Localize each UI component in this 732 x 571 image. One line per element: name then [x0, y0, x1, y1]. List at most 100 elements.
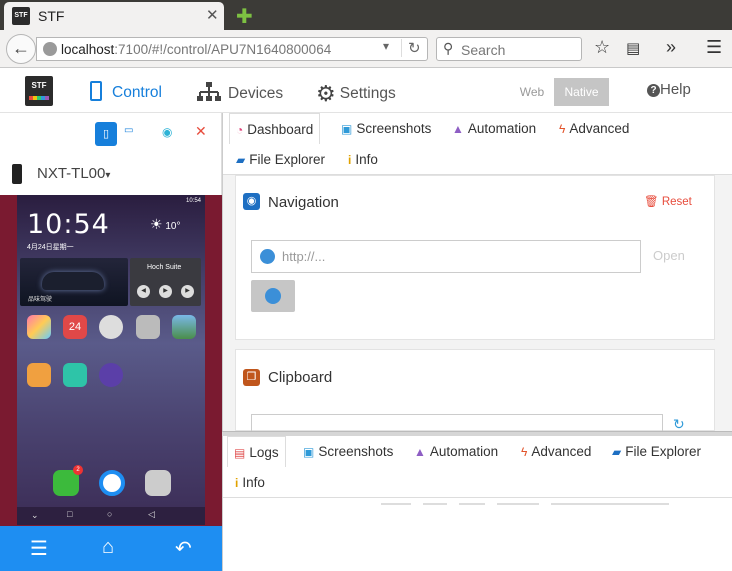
help-icon: ?: [647, 84, 660, 97]
close-device-icon[interactable]: ✕: [195, 123, 207, 140]
camera-app-icon[interactable]: [145, 470, 171, 496]
theme-app-icon[interactable]: [99, 363, 123, 387]
weather-widget: ☀ 10°: [150, 216, 180, 233]
device-name-dropdown[interactable]: NXT-TL00▾: [37, 165, 110, 182]
tab-logs[interactable]: ▤ Logs: [227, 436, 286, 467]
landscape-button[interactable]: ▭: [124, 125, 133, 136]
search-input[interactable]: ⚲ Search: [436, 37, 582, 61]
control-tabs: ◔ Dashboard ▣ Screenshots ▲ Automation ϟ Adv…: [223, 113, 732, 175]
log-toolbar-stub: [497, 503, 539, 505]
next-track-icon[interactable]: ▶: [181, 285, 194, 298]
nav-settings[interactable]: ⚙ Settings: [316, 81, 396, 107]
tab-advanced[interactable]: ϟ Advanced: [553, 113, 635, 144]
tab-automation[interactable]: ▲ Automation: [446, 113, 542, 144]
log-toolbar-stub: [423, 503, 447, 505]
tab-screenshots[interactable]: ▣ Screenshots: [335, 113, 437, 144]
weather-temp: 10°: [165, 221, 181, 232]
device-name: NXT-TL00: [37, 165, 106, 182]
url-history-dropdown-icon[interactable]: ▾: [383, 39, 389, 53]
tab-file-explorer-bottom[interactable]: ▰ File Explorer: [606, 436, 707, 467]
contacts-app-icon[interactable]: [27, 363, 51, 387]
url-text[interactable]: localhost:7100/#!/control/APU7N164080006…: [61, 42, 391, 57]
globe-icon: [260, 249, 275, 264]
bolt-icon: ϟ: [521, 445, 528, 459]
back-button[interactable]: ←: [6, 34, 36, 64]
open-browser-button[interactable]: [251, 280, 295, 312]
navigation-panel: ◉ Navigation 🗑 Reset http://... Open: [235, 175, 715, 340]
clipboard-icon: ❐: [243, 369, 260, 386]
photos-app-icon[interactable]: [172, 315, 196, 339]
device-screen[interactable]: 10:54 10:54 4月24日星期一 ☀ 10° 品味驾驶 Hoch Sui…: [17, 195, 205, 525]
eye-icon[interactable]: ◉: [162, 125, 172, 139]
prev-track-icon[interactable]: ◀: [137, 285, 150, 298]
nav-devices[interactable]: Devices: [196, 81, 283, 103]
home-circle-icon[interactable]: ○: [107, 509, 112, 519]
reload-icon[interactable]: ↻: [401, 39, 421, 57]
tab-dashboard[interactable]: ◔ Dashboard: [229, 113, 321, 144]
tab-advanced-label: Advanced: [569, 121, 630, 136]
tab-file-explorer[interactable]: ▰ File Explorer: [230, 144, 331, 175]
clipboard-title: Clipboard: [268, 369, 333, 386]
collapse-icon[interactable]: ⌄: [31, 510, 39, 521]
globe-icon: [265, 288, 281, 304]
site-info-icon[interactable]: [43, 42, 57, 56]
tab-close-icon[interactable]: ✕: [206, 6, 219, 24]
mode-web-button[interactable]: Web: [512, 78, 552, 106]
automation-icon: ▲: [414, 445, 426, 459]
calendar-app-icon[interactable]: 24: [63, 315, 87, 339]
gallery-app-icon[interactable]: [27, 315, 51, 339]
tab-automation-bottom[interactable]: ▲ Automation: [408, 436, 504, 467]
new-tab-icon[interactable]: ✚: [236, 4, 253, 29]
device-pane: ▯ ▭ ◉ ✕ NXT-TL00▾ 10:54 10:54 4月24日星期一 ☀…: [0, 113, 222, 571]
tab-info-bottom[interactable]: i Info: [229, 467, 271, 498]
tab-screenshots-bottom[interactable]: ▣ Screenshots: [297, 436, 399, 467]
phone-app-icon[interactable]: [63, 363, 87, 387]
portrait-button[interactable]: ▯: [95, 122, 117, 146]
open-button[interactable]: Open: [653, 248, 685, 263]
clipboard-panel: ❐ Clipboard ↻: [235, 349, 715, 434]
stf-header: STF Control Devices ⚙ Settings Web Native…: [0, 69, 732, 113]
bolt-icon: ϟ: [559, 122, 566, 136]
status-time: 10:54: [185, 198, 201, 204]
browser-app-icon[interactable]: [99, 470, 125, 496]
home-icon[interactable]: ⌂: [102, 536, 114, 559]
browser-tab[interactable]: STF STF ✕: [4, 2, 224, 30]
help-link[interactable]: ? Help: [647, 81, 691, 98]
back-triangle-icon[interactable]: ◁: [148, 509, 155, 520]
info-icon: i: [348, 153, 352, 167]
menu-hamburger-icon[interactable]: ☰: [706, 37, 722, 58]
car-card[interactable]: 品味驾驶: [20, 258, 128, 306]
url-bar[interactable]: localhost:7100/#!/control/APU7N164080006…: [36, 37, 428, 61]
mode-native-button[interactable]: Native: [554, 78, 609, 106]
music-widget[interactable]: Hoch Suite ◀ ▶ ▶: [130, 258, 201, 306]
bottom-tabs: ▤ Logs ▣ Screenshots ▲ Automation ϟ Advanced…: [223, 436, 732, 498]
tab-automation-bottom-label: Automation: [429, 444, 499, 459]
menu-icon[interactable]: ☰: [30, 536, 48, 561]
reading-list-icon[interactable]: ▤: [626, 39, 640, 57]
folder-icon: ▰: [612, 445, 622, 459]
tab-advanced-bottom[interactable]: ϟ Advanced: [515, 436, 597, 467]
url-path: :7100/#!/control/APU7N1640800064: [114, 42, 332, 57]
dashboard-icon: ◔: [236, 123, 244, 137]
nav-control[interactable]: Control: [90, 81, 162, 102]
logs-panel: ▤ Logs ▣ Screenshots ▲ Automation ϟ Advanced…: [222, 436, 732, 571]
folder-icon: ▰: [236, 153, 246, 167]
device-nav-bar: ☰ ⌂ ↶: [0, 526, 222, 571]
overflow-chevron-icon[interactable]: »: [666, 37, 676, 58]
navigation-url-input[interactable]: http://...: [251, 240, 641, 273]
bookmark-star-icon[interactable]: ☆: [594, 37, 610, 58]
tab-info[interactable]: i Info: [342, 144, 384, 175]
nav-control-label: Control: [112, 84, 162, 101]
recent-apps-icon[interactable]: □: [67, 509, 72, 519]
reset-button[interactable]: 🗑 Reset: [644, 194, 692, 208]
clock-app-icon[interactable]: [99, 315, 123, 339]
settings-app-icon[interactable]: [136, 315, 160, 339]
log-toolbar-stub: [551, 503, 669, 505]
trash-icon: 🗑: [644, 196, 659, 208]
stf-logo[interactable]: STF: [25, 76, 53, 106]
info-icon: i: [235, 476, 239, 490]
back-icon[interactable]: ↶: [175, 536, 192, 561]
compass-icon: ◉: [243, 193, 260, 210]
play-icon[interactable]: ▶: [159, 285, 172, 298]
lock-date: 4月24日星期一: [27, 244, 74, 251]
